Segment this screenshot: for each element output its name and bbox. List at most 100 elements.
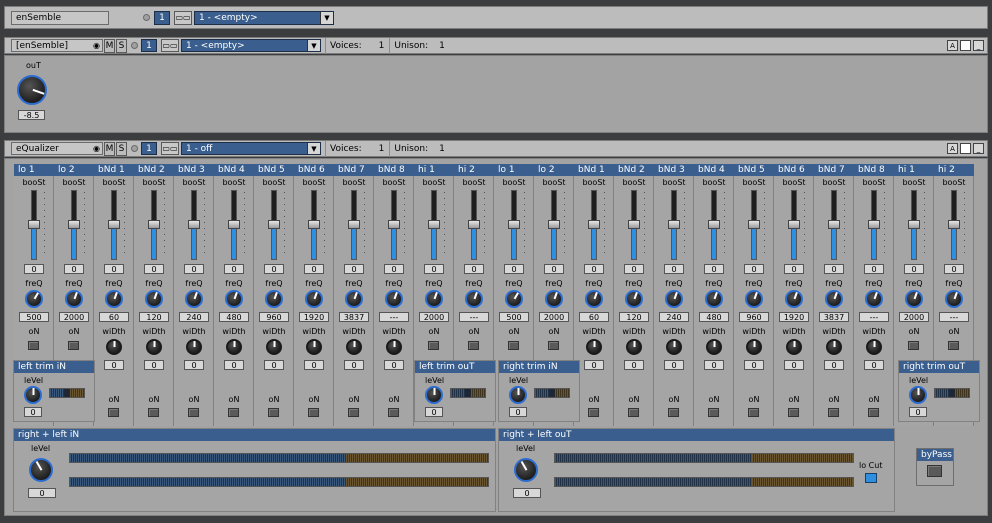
on-toggle[interactable] (228, 408, 239, 417)
boost-slider[interactable] (668, 190, 685, 260)
minimize-button[interactable]: _ (973, 40, 984, 51)
freq-knob[interactable] (385, 290, 403, 308)
freq-knob[interactable] (465, 290, 483, 308)
boost-value[interactable]: 0 (584, 264, 604, 274)
left-trim-out-knob[interactable] (425, 386, 443, 404)
chevron-down-icon[interactable]: ▼ (320, 11, 333, 24)
equalizer-title[interactable]: eQualizer (11, 142, 103, 155)
width-value[interactable]: 0 (864, 360, 884, 370)
slider-handle[interactable] (468, 220, 480, 229)
width-value[interactable]: 0 (784, 360, 804, 370)
freq-value[interactable]: 500 (499, 312, 529, 322)
boost-value[interactable]: 0 (424, 264, 444, 274)
freq-knob[interactable] (185, 290, 203, 308)
freq-knob[interactable] (425, 290, 443, 308)
freq-knob[interactable] (585, 290, 603, 308)
boost-slider[interactable] (548, 190, 565, 260)
on-toggle[interactable] (708, 408, 719, 417)
boost-value[interactable]: 0 (504, 264, 524, 274)
width-value[interactable]: 0 (184, 360, 204, 370)
boost-slider[interactable] (188, 190, 205, 260)
boost-slider[interactable] (428, 190, 445, 260)
boost-value[interactable]: 0 (344, 264, 364, 274)
on-toggle[interactable] (108, 408, 119, 417)
slider-handle[interactable] (188, 220, 200, 229)
width-knob[interactable] (386, 339, 402, 355)
boost-slider[interactable] (148, 190, 165, 260)
freq-value[interactable]: 500 (19, 312, 49, 322)
boost-value[interactable]: 0 (464, 264, 484, 274)
freq-knob[interactable] (825, 290, 843, 308)
width-knob[interactable] (226, 339, 242, 355)
boost-slider[interactable] (748, 190, 765, 260)
width-value[interactable]: 0 (744, 360, 764, 370)
freq-knob[interactable] (905, 290, 923, 308)
boost-value[interactable]: 0 (24, 264, 44, 274)
boost-slider[interactable] (468, 190, 485, 260)
width-knob[interactable] (186, 339, 202, 355)
freq-knob[interactable] (65, 290, 83, 308)
freq-knob[interactable] (865, 290, 883, 308)
boost-value[interactable]: 0 (304, 264, 324, 274)
ensemble-channel[interactable]: 1 (140, 39, 157, 52)
boost-value[interactable]: 0 (264, 264, 284, 274)
width-value[interactable]: 0 (664, 360, 684, 370)
slider-handle[interactable] (28, 220, 40, 229)
ensemble-title[interactable]: [enSemble] (11, 39, 103, 52)
rack-name[interactable]: enSemble (11, 10, 109, 25)
slider-handle[interactable] (348, 220, 360, 229)
chevron-down-icon[interactable]: ▼ (306, 143, 320, 154)
boost-value[interactable]: 0 (624, 264, 644, 274)
slider-handle[interactable] (868, 220, 880, 229)
width-value[interactable]: 0 (304, 360, 324, 370)
freq-knob[interactable] (105, 290, 123, 308)
freq-value[interactable]: --- (379, 312, 409, 322)
boost-value[interactable]: 0 (104, 264, 124, 274)
equalizer-channel[interactable]: 1 (140, 142, 157, 155)
preset-browser-icon[interactable]: ▭▭ (174, 10, 192, 25)
on-toggle[interactable] (828, 408, 839, 417)
freq-value[interactable]: 1920 (779, 312, 809, 322)
right-trim-out-value[interactable]: 0 (909, 407, 927, 417)
boost-value[interactable]: 0 (384, 264, 404, 274)
freq-value[interactable]: --- (859, 312, 889, 322)
mute-button[interactable]: M (103, 141, 115, 156)
slider-handle[interactable] (308, 220, 320, 229)
window-toggle-button[interactable] (960, 40, 971, 51)
width-knob[interactable] (786, 339, 802, 355)
freq-knob[interactable] (265, 290, 283, 308)
right-trim-out-knob[interactable] (909, 386, 927, 404)
left-trim-out-value[interactable]: 0 (425, 407, 443, 417)
freq-knob[interactable] (25, 290, 43, 308)
on-toggle[interactable] (548, 341, 559, 350)
slider-handle[interactable] (68, 220, 80, 229)
solo-button[interactable]: S (115, 141, 127, 156)
lo-cut-toggle[interactable] (865, 473, 877, 483)
width-value[interactable]: 0 (104, 360, 124, 370)
freq-value[interactable]: --- (459, 312, 489, 322)
freq-value[interactable]: 60 (579, 312, 609, 322)
freq-value[interactable]: 2000 (419, 312, 449, 322)
boost-slider[interactable] (588, 190, 605, 260)
out-value[interactable]: -8.5 (18, 110, 45, 120)
on-toggle[interactable] (788, 408, 799, 417)
boost-value[interactable]: 0 (184, 264, 204, 274)
slider-handle[interactable] (748, 220, 760, 229)
width-knob[interactable] (266, 339, 282, 355)
freq-knob[interactable] (705, 290, 723, 308)
on-toggle[interactable] (188, 408, 199, 417)
freq-value[interactable]: --- (939, 312, 969, 322)
width-value[interactable]: 0 (344, 360, 364, 370)
width-value[interactable]: 0 (144, 360, 164, 370)
width-value[interactable]: 0 (224, 360, 244, 370)
slider-handle[interactable] (788, 220, 800, 229)
freq-value[interactable]: 960 (739, 312, 769, 322)
on-toggle[interactable] (388, 408, 399, 417)
right-trim-in-value[interactable]: 0 (509, 407, 527, 417)
freq-value[interactable]: 480 (699, 312, 729, 322)
slider-handle[interactable] (828, 220, 840, 229)
boost-value[interactable]: 0 (904, 264, 924, 274)
unison-value[interactable]: 1 (439, 144, 445, 154)
freq-knob[interactable] (945, 290, 963, 308)
on-toggle[interactable] (428, 341, 439, 350)
